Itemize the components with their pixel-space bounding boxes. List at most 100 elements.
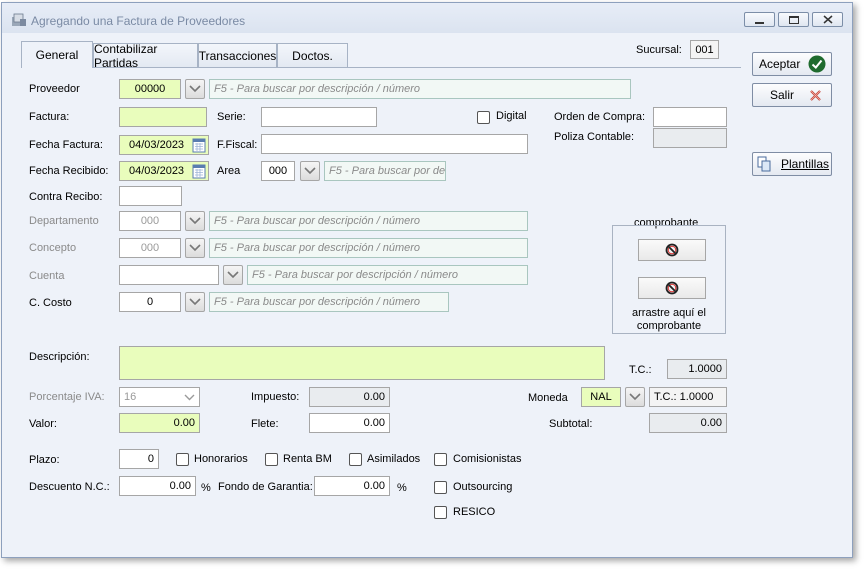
tab-general[interactable]: General	[21, 41, 93, 68]
no-entry-icon	[665, 281, 679, 295]
plantillas-button[interactable]: Plantillas	[752, 152, 832, 176]
area-search-hint[interactable]: F5 - Para buscar por des	[324, 161, 446, 181]
factura-label: Factura:	[29, 111, 70, 123]
serie-input[interactable]	[261, 107, 377, 127]
area-label: Area	[217, 165, 241, 177]
porcentaje-iva-select[interactable]: 16	[119, 387, 200, 407]
tab-label: Contabilizar Partidas	[94, 41, 158, 70]
orden-compra-input[interactable]	[653, 107, 727, 127]
proveedor-dropdown[interactable]	[185, 79, 205, 99]
digital-checkbox[interactable]	[477, 111, 490, 124]
title-bar[interactable]: Agregando una Factura de Proveedores	[2, 3, 852, 33]
fondo-garantia-input[interactable]: 0.00	[314, 476, 390, 496]
no-entry-icon	[665, 243, 679, 257]
asimilados-label: Asimilados	[367, 453, 421, 465]
outsourcing-checkbox[interactable]	[434, 481, 447, 494]
factura-input[interactable]	[119, 107, 207, 127]
minimize-button[interactable]	[744, 12, 775, 27]
serie-label: Serie:	[217, 111, 246, 123]
tc-field: 1.0000	[667, 359, 727, 379]
tc-label: T.C.:	[629, 364, 652, 376]
ffiscal-label: F.Fiscal:	[217, 139, 258, 151]
cuenta-input[interactable]	[119, 265, 219, 285]
close-button[interactable]	[812, 12, 843, 27]
tab-label: Transacciones	[198, 48, 277, 63]
comprobante-view-button[interactable]	[638, 239, 706, 261]
renta-bm-label: Renta BM	[283, 453, 332, 465]
area-dropdown[interactable]	[300, 161, 320, 181]
plazo-input[interactable]: 0	[119, 449, 159, 469]
resico-label: RESICO	[453, 506, 496, 518]
chevron-down-icon	[189, 244, 201, 252]
comisionistas-checkbox[interactable]	[434, 453, 447, 466]
tab-label: Doctos.	[292, 48, 333, 63]
departamento-label: Departamento	[29, 215, 99, 227]
c-costo-dropdown[interactable]	[185, 292, 205, 312]
departamento-search-hint[interactable]: F5 - Para buscar por descripción / númer…	[209, 211, 528, 231]
maximize-icon	[788, 15, 799, 24]
fecha-factura-label: Fecha Factura:	[29, 139, 103, 151]
comprobante-drop-zone[interactable]	[638, 277, 706, 299]
moneda-dropdown[interactable]	[625, 387, 645, 407]
sucursal-label: Sucursal:	[636, 44, 682, 56]
concepto-input[interactable]: 000	[119, 238, 181, 258]
chevron-down-icon	[304, 167, 316, 175]
departamento-dropdown[interactable]	[185, 211, 205, 231]
digital-label: Digital	[496, 110, 527, 122]
moneda-input[interactable]: NAL	[581, 387, 621, 407]
departamento-input[interactable]: 000	[119, 211, 181, 231]
impuesto-field: 0.00	[309, 387, 390, 407]
aceptar-label: Aceptar	[759, 57, 801, 71]
descripcion-input[interactable]	[119, 346, 605, 380]
tab-contabilizar-partidas[interactable]: Contabilizar Partidas	[93, 41, 198, 70]
proveedor-search-hint[interactable]: F5 - Para buscar por descripción / númer…	[209, 79, 631, 99]
subtotal-field: 0.00	[649, 413, 727, 433]
c-costo-input[interactable]: 0	[119, 292, 181, 312]
chevron-down-icon	[189, 217, 201, 225]
ffiscal-input[interactable]	[261, 134, 528, 154]
aceptar-button[interactable]: Aceptar	[752, 52, 832, 76]
concepto-dropdown[interactable]	[185, 238, 205, 258]
area-input[interactable]: 000	[261, 161, 295, 181]
invoice-window: Agregando una Factura de Proveedores Gen…	[1, 2, 853, 558]
window-title: Agregando una Factura de Proveedores	[31, 14, 246, 28]
descuento-nc-input[interactable]: 0.00	[119, 476, 196, 496]
contra-recibo-input[interactable]	[119, 186, 182, 206]
honorarios-checkbox[interactable]	[176, 453, 189, 466]
cuenta-dropdown[interactable]	[223, 265, 243, 285]
calendar-icon[interactable]	[192, 163, 206, 179]
descuento-percent: %	[201, 482, 211, 494]
flete-label: Flete:	[251, 418, 279, 430]
minimize-icon	[755, 21, 764, 24]
plantillas-label: Plantillas	[781, 157, 830, 171]
comisionistas-label: Comisionistas	[453, 453, 522, 465]
calendar-icon[interactable]	[192, 137, 206, 153]
resico-checkbox[interactable]	[434, 506, 447, 519]
asimilados-checkbox[interactable]	[349, 453, 362, 466]
chevron-down-icon	[189, 85, 201, 93]
outsourcing-label: Outsourcing	[453, 481, 513, 493]
impuesto-label: Impuesto:	[251, 391, 300, 403]
poliza-contable-label: Poliza Contable:	[554, 131, 635, 143]
proveedor-input[interactable]: 00000	[119, 79, 181, 99]
plazo-label: Plazo:	[29, 454, 60, 466]
renta-bm-checkbox[interactable]	[265, 453, 278, 466]
orden-compra-label: Orden de Compra:	[554, 111, 646, 123]
tab-doctos[interactable]: Doctos.	[277, 43, 348, 67]
valor-input[interactable]: 0.00	[119, 413, 200, 433]
cuenta-search-hint[interactable]: F5 - Para buscar por descripción / númer…	[247, 265, 528, 285]
contra-recibo-label: Contra Recibo:	[29, 191, 103, 203]
chevron-down-icon	[184, 394, 195, 401]
salir-button[interactable]: Salir	[752, 83, 832, 107]
porcentaje-iva-value: 16	[124, 391, 137, 403]
tab-label: General	[35, 48, 79, 62]
fecha-recibido-label: Fecha Recibido:	[29, 165, 109, 177]
concepto-search-hint[interactable]: F5 - Para buscar por descripción / númer…	[209, 238, 528, 258]
c-costo-search-hint[interactable]: F5 - Para buscar por descripción / númer…	[209, 292, 449, 312]
tab-transacciones[interactable]: Transacciones	[198, 43, 277, 67]
valor-label: Valor:	[29, 418, 57, 430]
maximize-button[interactable]	[778, 12, 809, 27]
subtotal-label: Subtotal:	[549, 418, 593, 430]
comprobante-drop-text: arrastre aquí el comprobante	[632, 307, 706, 332]
flete-input[interactable]: 0.00	[309, 413, 390, 433]
